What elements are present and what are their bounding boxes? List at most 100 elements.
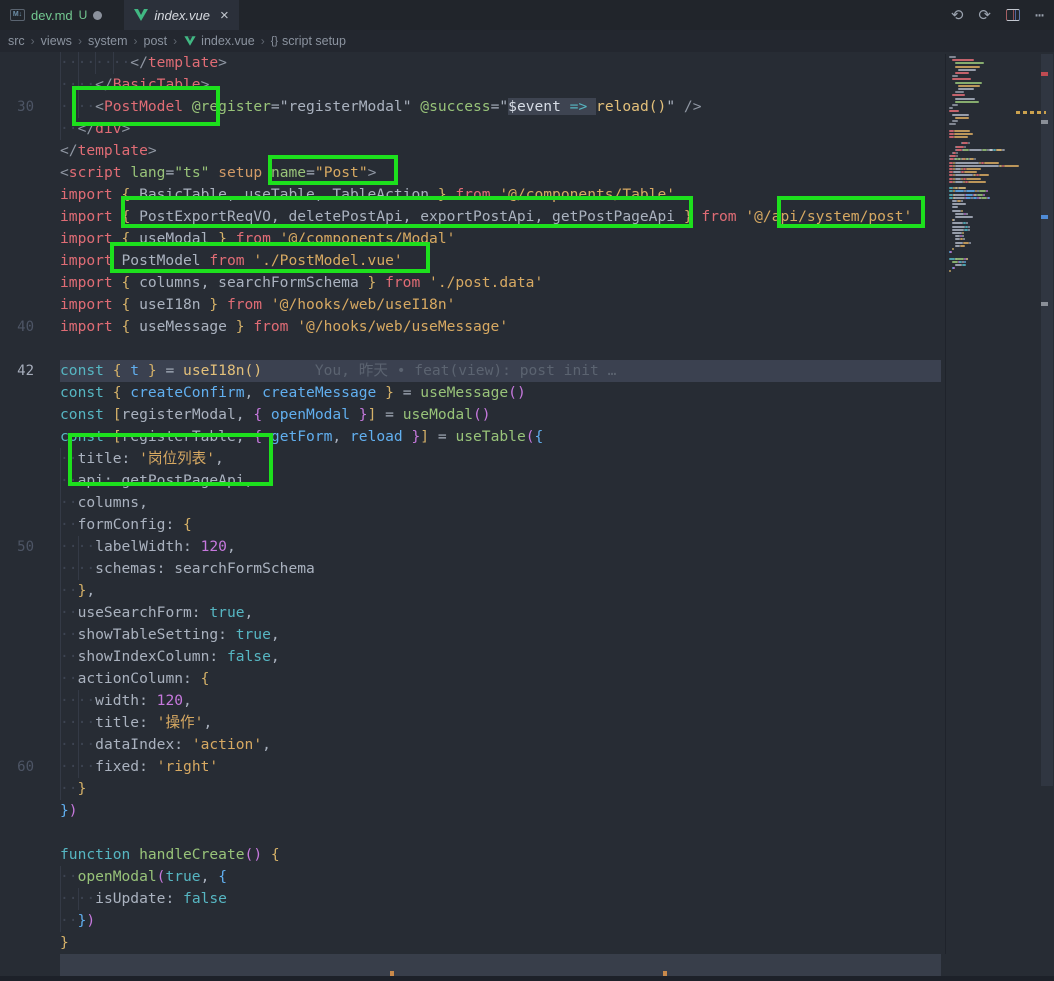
minimap[interactable] <box>945 54 1040 954</box>
code-line[interactable]: ··formConfig: { <box>0 514 945 536</box>
code-line[interactable] <box>0 338 945 360</box>
code-line[interactable]: ··actionColumn: { <box>0 668 945 690</box>
code-line[interactable]: ····dataIndex: 'action', <box>0 734 945 756</box>
symbol-braces-icon: {} <box>271 35 278 47</box>
line-number: 60 <box>0 756 34 778</box>
minimap-line <box>952 210 961 212</box>
code-line[interactable]: ··title: '岗位列表', <box>0 448 945 470</box>
code-line[interactable]: 30····<PostModel @register="registerModa… <box>0 96 945 118</box>
code-line[interactable]: ··}) <box>0 910 945 932</box>
breadcrumb-index-vue[interactable]: index.vue <box>183 34 255 48</box>
minimap-line <box>955 165 999 167</box>
minimap-line <box>961 200 963 202</box>
code-line[interactable]: ········</template> <box>0 52 945 74</box>
code-line[interactable]: <script lang="ts" setup name="Post"> <box>0 162 945 184</box>
minimap-line <box>954 133 973 135</box>
minimap-line <box>986 190 988 192</box>
indent-guide <box>60 448 61 470</box>
code-line[interactable]: ··}, <box>0 580 945 602</box>
breadcrumb-script-setup[interactable]: {} script setup <box>271 34 346 48</box>
code-line[interactable]: const { createConfirm, createMessage } =… <box>0 382 945 404</box>
code-line[interactable]: ··} <box>0 778 945 800</box>
minimap-line <box>954 136 968 138</box>
minimap-line <box>979 190 986 192</box>
minimap-line <box>966 190 975 192</box>
timeline-icon[interactable]: ⟳ <box>978 8 991 23</box>
indent-guide <box>60 778 61 800</box>
minimap-line <box>964 146 966 148</box>
minimap-line <box>952 59 974 61</box>
indent-guide <box>78 536 79 558</box>
code-line[interactable]: ··showIndexColumn: false, <box>0 646 945 668</box>
code-line[interactable]: ····width: 120, <box>0 690 945 712</box>
minimap-line <box>964 171 977 173</box>
breadcrumb-src[interactable]: src <box>8 34 25 48</box>
code-line[interactable]: ··api: getPostPageApi, <box>0 470 945 492</box>
history-icon[interactable]: ⟲ <box>951 8 964 23</box>
more-actions-icon[interactable]: ⋯ <box>1035 8 1044 23</box>
minimap-line <box>955 62 984 64</box>
indent-guide <box>60 646 61 668</box>
minimap-line <box>958 88 974 90</box>
code-line[interactable]: import { PostExportReqVO, deletePostApi,… <box>0 206 945 228</box>
split-editor-icon[interactable] <box>1006 9 1020 21</box>
minimap-line <box>953 267 955 269</box>
minimap-line <box>952 104 958 106</box>
code-line[interactable]: </template> <box>0 140 945 162</box>
code-line[interactable]: ··openModal(true, { <box>0 866 945 888</box>
minimap-line <box>966 258 968 260</box>
code-line[interactable]: ··</div> <box>0 118 945 140</box>
scrollbar-thumb[interactable] <box>1041 54 1053 786</box>
minimap-line <box>952 232 962 234</box>
code-line[interactable]: import { useI18n } from '@/hooks/web/use… <box>0 294 945 316</box>
minimap-line <box>952 75 958 77</box>
unsaved-dot-icon[interactable] <box>93 11 102 20</box>
minimap-line <box>1004 165 1018 167</box>
code-line[interactable]: const [registerTable, { getForm, reload … <box>0 426 945 448</box>
minimap-line <box>952 226 965 228</box>
minimap-line <box>966 194 972 196</box>
line-number: 42 <box>0 360 34 382</box>
code-line[interactable]: }) <box>0 800 945 822</box>
minimap-line <box>956 146 963 148</box>
close-icon[interactable]: × <box>216 7 229 24</box>
code-line[interactable]: ··useSearchForm: true, <box>0 602 945 624</box>
code-line[interactable]: 50····labelWidth: 120, <box>0 536 945 558</box>
code-line[interactable] <box>0 954 945 976</box>
indent-guide <box>60 96 61 118</box>
code-line[interactable]: ··showTableSetting: true, <box>0 624 945 646</box>
code-line[interactable]: import { columns, searchFormSchema } fro… <box>0 272 945 294</box>
code-line[interactable]: 40import { useMessage } from '@/hooks/we… <box>0 316 945 338</box>
indent-guide <box>78 74 79 96</box>
code-line[interactable]: } <box>0 932 945 954</box>
breadcrumb-views[interactable]: views <box>41 34 72 48</box>
breadcrumb-system[interactable]: system <box>88 34 128 48</box>
code-line[interactable]: ····</BasicTable> <box>0 74 945 96</box>
tab-index-vue[interactable]: index.vue × <box>124 0 238 30</box>
code-line[interactable]: import { useModal } from '@/components/M… <box>0 228 945 250</box>
code-line[interactable]: ····title: '操作', <box>0 712 945 734</box>
chevron-right-icon: › <box>261 34 265 48</box>
breadcrumb: src › views › system › post › index.vue … <box>0 30 1054 52</box>
code-line[interactable]: 42const { t } = useI18n() You, 昨天 • feat… <box>0 360 945 382</box>
code-editor[interactable]: ········</template>····</BasicTable>30··… <box>0 52 945 981</box>
minimap-line <box>949 56 956 58</box>
vertical-scrollbar[interactable] <box>1040 52 1054 981</box>
code-line[interactable]: import PostModel from './PostModel.vue' <box>0 250 945 272</box>
code-line[interactable]: const [registerModal, { openModal }] = u… <box>0 404 945 426</box>
code-line[interactable]: import { BasicTable, useTable, TableActi… <box>0 184 945 206</box>
minimap-line <box>962 264 966 266</box>
indent-guide <box>60 734 61 756</box>
tab-dev-md[interactable]: M↓ dev.md U <box>0 0 112 30</box>
breadcrumb-post[interactable]: post <box>144 34 168 48</box>
code-line[interactable]: 60····fixed: 'right' <box>0 756 945 778</box>
indent-guide <box>60 866 61 888</box>
editor-actions: ⟲ ⟳ ⋯ <box>951 0 1044 30</box>
code-line[interactable] <box>0 822 945 844</box>
minimap-line <box>952 248 954 250</box>
code-line[interactable]: ··columns, <box>0 492 945 514</box>
code-line[interactable]: ····schemas: searchFormSchema <box>0 558 945 580</box>
minimap-line <box>958 69 976 71</box>
code-line[interactable]: function handleCreate() { <box>0 844 945 866</box>
code-line[interactable]: ····isUpdate: false <box>0 888 945 910</box>
